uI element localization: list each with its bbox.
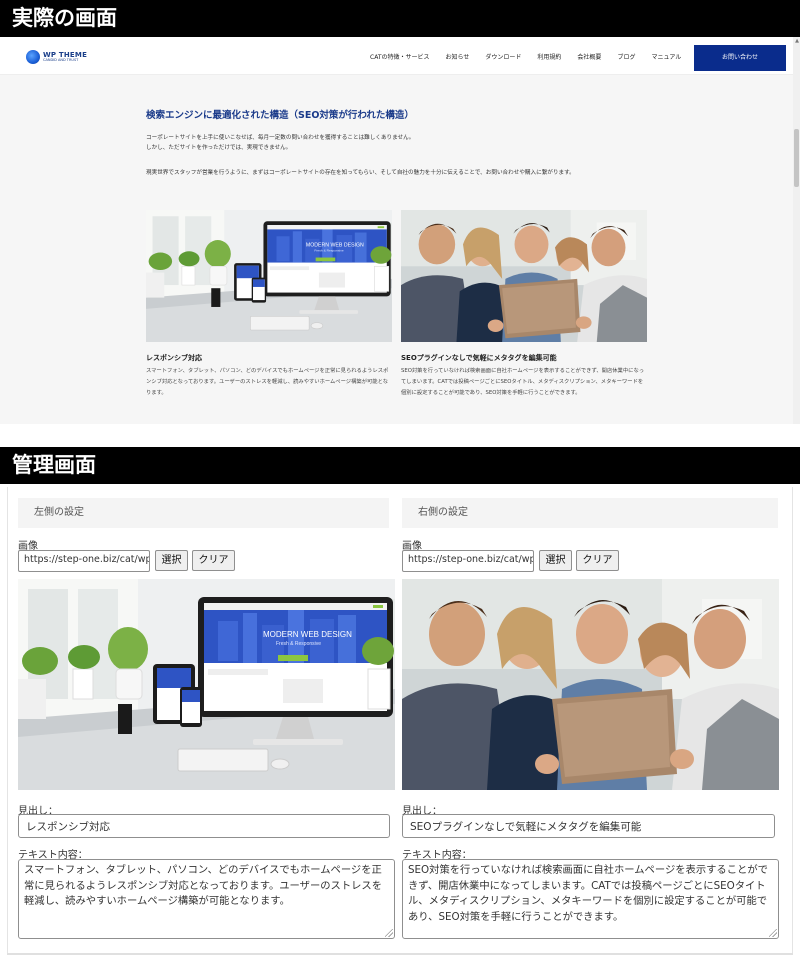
- intro-paragraph-1: コーポレートサイトを上手に使いこなせば、毎月一定数の問い合わせを獲得することは難…: [146, 135, 415, 141]
- nav-item-news[interactable]: お知らせ: [446, 52, 470, 61]
- left-image-preview: MODERN WEB DESIGN Fresh & Responsive: [18, 579, 395, 790]
- right-heading-field[interactable]: SEOプラグインなしで気軽にメタタグを編集可能: [402, 814, 775, 838]
- responsive-devices-image: MODERN WEB DESIGN Fresh & Responsive: [146, 210, 392, 342]
- card-heading-right: SEOプラグインなしで気軽にメタタグを編集可能: [401, 354, 557, 362]
- card-text-right: SEO対策を行っていなければ検索画面に自社ホームページを表示することができず、開…: [401, 368, 645, 396]
- right-settings-header: 右側の設定: [402, 498, 778, 528]
- site-nav: CATの特徴・サービス お知らせ ダウンロード 利用規約 会社概要 ブログ マニ…: [370, 37, 697, 75]
- section-title: 検索エンジンに最適化された構造（SEO対策が行われた構造）: [146, 110, 414, 121]
- resize-grip-icon[interactable]: [769, 929, 777, 937]
- contact-button[interactable]: お問い合わせ: [694, 45, 786, 71]
- left-text-value: スマートフォン、タブレット、パソコン、どのデバイスでもホームページを正常に見られ…: [24, 864, 383, 907]
- right-clear-button[interactable]: クリア: [576, 550, 619, 571]
- nav-item-blog[interactable]: ブログ: [617, 52, 635, 61]
- left-clear-button[interactable]: クリア: [192, 550, 235, 571]
- right-text-area[interactable]: SEO対策を行っていなければ検索画面に自社ホームページを表示することができず、開…: [402, 859, 779, 939]
- section-label-admin: 管理画面: [0, 447, 800, 484]
- page-scrollbar[interactable]: ▲: [793, 37, 800, 424]
- nav-item-download[interactable]: ダウンロード: [485, 52, 521, 61]
- admin-frame-bottom: [7, 953, 793, 955]
- scrollbar-thumb[interactable]: [794, 129, 799, 187]
- logo-subtitle: CANDID AND TRUST: [43, 57, 79, 62]
- intro-paragraph-3: 現実世界でスタッフが営業を行うように、まずはコーポレートサイトの存在を知ってもら…: [146, 170, 575, 176]
- right-image-preview: [402, 579, 779, 790]
- left-heading-field[interactable]: レスポンシブ対応: [18, 814, 390, 838]
- right-select-button[interactable]: 選択: [539, 550, 572, 571]
- right-image-url-field[interactable]: https://step-one.biz/cat/wp-content/uplo…: [402, 550, 534, 572]
- intro-paragraph-2: しかし、ただサイトを作っただけでは、実現できません。: [146, 145, 292, 151]
- section-label-actual: 実際の画面: [0, 0, 800, 37]
- site-header: WP THEME CANDID AND TRUST CATの特徴・サービス お知…: [0, 37, 793, 75]
- card-text-left: スマートフォン、タブレット、パソコン、どのデバイスでもホームページを正常に見られ…: [146, 368, 389, 396]
- left-select-button[interactable]: 選択: [155, 550, 188, 571]
- nav-item-company[interactable]: 会社概要: [577, 52, 601, 61]
- resize-grip-icon[interactable]: [385, 929, 393, 937]
- left-image-url-field[interactable]: https://step-one.biz/cat/wp-content/uplo…: [18, 550, 150, 572]
- nav-item-terms[interactable]: 利用規約: [537, 52, 561, 61]
- scroll-up-arrow-icon[interactable]: ▲: [795, 38, 799, 44]
- mock-screen-title-admin: MODERN WEB DESIGN: [263, 630, 352, 639]
- logo-globe-icon: [26, 50, 40, 64]
- mock-screen-subtitle-admin: Fresh & Responsive: [276, 641, 321, 647]
- nav-item-features[interactable]: CATの特徴・サービス: [370, 52, 430, 61]
- site-logo[interactable]: WP THEME CANDID AND TRUST: [26, 50, 87, 64]
- people-with-laptop-image: [401, 210, 647, 342]
- mock-screen-title: MODERN WEB DESIGN: [306, 242, 364, 248]
- left-settings-header: 左側の設定: [18, 498, 389, 528]
- left-text-area[interactable]: スマートフォン、タブレット、パソコン、どのデバイスでもホームページを正常に見られ…: [18, 859, 395, 939]
- site-preview: WP THEME CANDID AND TRUST CATの特徴・サービス お知…: [0, 37, 800, 424]
- card-heading-left: レスポンシブ対応: [146, 354, 202, 362]
- nav-item-manual[interactable]: マニュアル: [651, 52, 681, 61]
- right-text-value: SEO対策を行っていなければ検索画面に自社ホームページを表示することができず、開…: [408, 864, 768, 923]
- mock-screen-subtitle: Fresh & Responsive: [314, 248, 344, 252]
